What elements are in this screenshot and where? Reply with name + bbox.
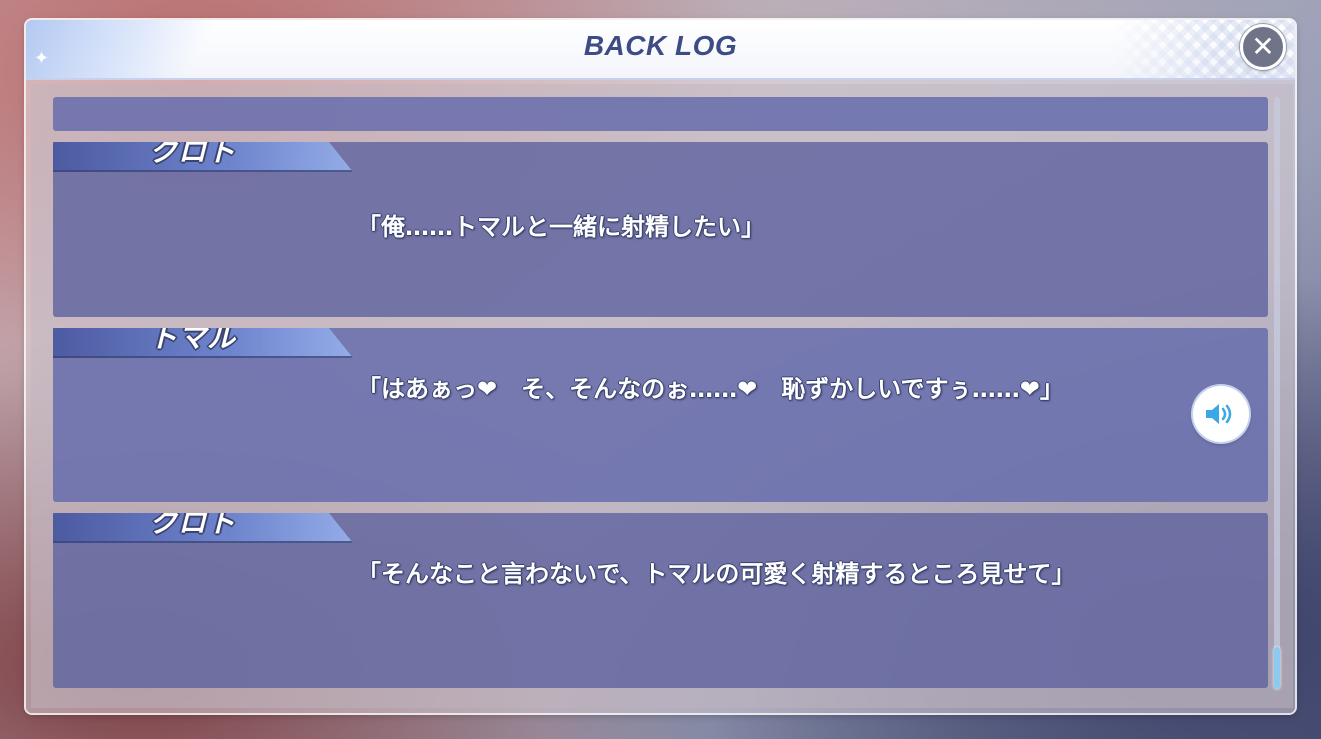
log-entry: トマル 「はあぁっ❤ そ、そんなのぉ……❤ 恥ずかしいですぅ……❤」 xyxy=(53,328,1268,502)
dialogue-text: 「そんなこと言わないで、トマルの可愛く射精するところ見せて」 xyxy=(357,560,1076,588)
scrollbar-thumb[interactable] xyxy=(1274,647,1280,689)
scrollbar[interactable] xyxy=(1274,97,1280,689)
speaker-name-bar: トマル xyxy=(53,328,353,358)
window-title: BACK LOG xyxy=(583,30,738,61)
speaker-volume-icon xyxy=(1206,404,1232,424)
speaker-name-bar: クロト xyxy=(53,142,353,172)
voice-replay-button[interactable] xyxy=(1193,386,1249,442)
dialogue-text: 「はあぁっ❤ そ、そんなのぉ……❤ 恥ずかしいですぅ……❤」 xyxy=(357,375,1064,403)
log-entry: クロト 「そんなこと言わないで、トマルの可愛く射精するところ見せて」 xyxy=(53,513,1268,688)
dialogue-text: 「俺……トマルと一緒に射精したい」 xyxy=(357,213,765,241)
close-button[interactable]: ✕ xyxy=(1240,24,1286,70)
close-icon: ✕ xyxy=(1251,30,1275,63)
speaker-name-bar: クロト xyxy=(53,513,353,543)
log-entry: クロト 「俺……トマルと一緒に射精したい」 xyxy=(53,142,1268,317)
log-entry xyxy=(53,97,1268,131)
title-bar: ✦ BACK LOG xyxy=(26,20,1295,80)
